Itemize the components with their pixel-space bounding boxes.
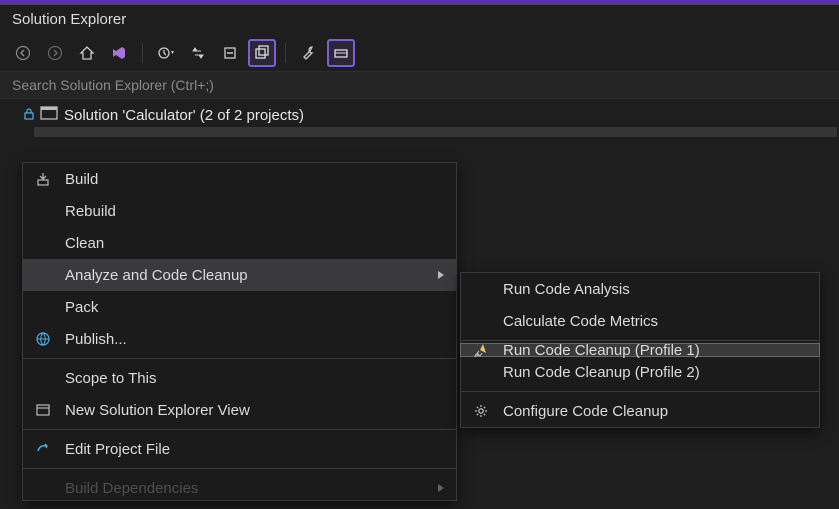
- blank-icon: [31, 297, 55, 317]
- menu-edit-project-file[interactable]: Edit Project File: [23, 433, 456, 465]
- menu-separator: [461, 391, 819, 392]
- menu-clean[interactable]: Clean: [23, 227, 456, 259]
- menu-separator: [23, 358, 456, 359]
- menu-label: Configure Code Cleanup: [503, 403, 807, 420]
- menu-analyze-and-code-cleanup[interactable]: Analyze and Code Cleanup: [23, 259, 456, 291]
- menu-new-solution-explorer-view[interactable]: New Solution Explorer View: [23, 394, 456, 426]
- menu-label: Analyze and Code Cleanup: [65, 267, 428, 284]
- gear-icon: [469, 401, 493, 421]
- search-placeholder-text: Search Solution Explorer (Ctrl+;): [12, 77, 214, 93]
- preview-selected-items-button[interactable]: [328, 40, 354, 66]
- sync-button[interactable]: [185, 40, 211, 66]
- solution-label: Solution 'Calculator' (2 of 2 projects): [64, 107, 304, 124]
- submenu-configure-code-cleanup[interactable]: Configure Code Cleanup: [461, 395, 819, 427]
- toolbar: [0, 34, 839, 72]
- menu-label: Pack: [65, 299, 444, 316]
- menu-label: New Solution Explorer View: [65, 402, 444, 419]
- panel-title: Solution Explorer: [0, 5, 839, 34]
- solution-icon: [40, 106, 58, 124]
- nav-forward-button[interactable]: [42, 40, 68, 66]
- submenu-run-code-cleanup-profile-1[interactable]: Run Code Cleanup (Profile 1): [460, 343, 820, 357]
- submenu-arrow-icon: [438, 271, 444, 279]
- context-submenu: Run Code Analysis Calculate Code Metrics…: [460, 272, 820, 428]
- menu-label: Rebuild: [65, 203, 444, 220]
- menu-rebuild[interactable]: Rebuild: [23, 195, 456, 227]
- globe-icon: [31, 329, 55, 349]
- menu-label: Scope to This: [65, 370, 444, 387]
- blank-icon: [31, 265, 55, 285]
- window-icon: [31, 400, 55, 420]
- pending-changes-filter-button[interactable]: [153, 40, 179, 66]
- submenu-arrow-icon: [438, 484, 444, 492]
- submenu-run-code-cleanup-profile-2[interactable]: Run Code Cleanup (Profile 2): [461, 356, 819, 388]
- blank-icon: [469, 362, 493, 382]
- search-input[interactable]: Search Solution Explorer (Ctrl+;): [0, 72, 839, 99]
- menu-pack[interactable]: Pack: [23, 291, 456, 323]
- blank-icon: [31, 233, 55, 253]
- vs-icon[interactable]: [106, 40, 132, 66]
- menu-scope-to-this[interactable]: Scope to This: [23, 362, 456, 394]
- properties-button[interactable]: [296, 40, 322, 66]
- menu-separator: [23, 468, 456, 469]
- menu-label: Build Dependencies: [65, 480, 428, 497]
- broom-icon: [469, 340, 493, 360]
- submenu-calculate-code-metrics[interactable]: Calculate Code Metrics: [461, 305, 819, 337]
- solution-node[interactable]: Solution 'Calculator' (2 of 2 projects): [0, 103, 839, 127]
- toolbar-separator: [142, 43, 143, 63]
- lock-icon: [24, 107, 34, 124]
- submenu-run-code-analysis[interactable]: Run Code Analysis: [461, 273, 819, 305]
- blank-icon: [469, 311, 493, 331]
- blank-icon: [31, 478, 55, 498]
- blank-icon: [31, 201, 55, 221]
- menu-separator: [23, 429, 456, 430]
- collapse-all-button[interactable]: [217, 40, 243, 66]
- nav-back-button[interactable]: [10, 40, 36, 66]
- toolbar-separator: [285, 43, 286, 63]
- menu-label: Run Code Analysis: [503, 281, 807, 298]
- menu-label: Run Code Cleanup (Profile 2): [503, 364, 807, 381]
- menu-label: Clean: [65, 235, 444, 252]
- blank-icon: [31, 368, 55, 388]
- context-menu: Build Rebuild Clean Analyze and Code Cle…: [22, 162, 457, 501]
- menu-label: Build: [65, 171, 444, 188]
- menu-build[interactable]: Build: [23, 163, 456, 195]
- menu-label: Calculate Code Metrics: [503, 313, 807, 330]
- menu-label: Edit Project File: [65, 441, 444, 458]
- menu-publish[interactable]: Publish...: [23, 323, 456, 355]
- show-all-files-button[interactable]: [249, 40, 275, 66]
- menu-label: Run Code Cleanup (Profile 1): [503, 342, 807, 359]
- menu-build-dependencies[interactable]: Build Dependencies: [23, 472, 456, 500]
- build-icon: [31, 169, 55, 189]
- menu-label: Publish...: [65, 331, 444, 348]
- home-button[interactable]: [74, 40, 100, 66]
- selected-tree-row[interactable]: [34, 127, 837, 137]
- blank-icon: [469, 279, 493, 299]
- edit-icon: [31, 439, 55, 459]
- solution-tree[interactable]: Solution 'Calculator' (2 of 2 projects): [0, 99, 839, 137]
